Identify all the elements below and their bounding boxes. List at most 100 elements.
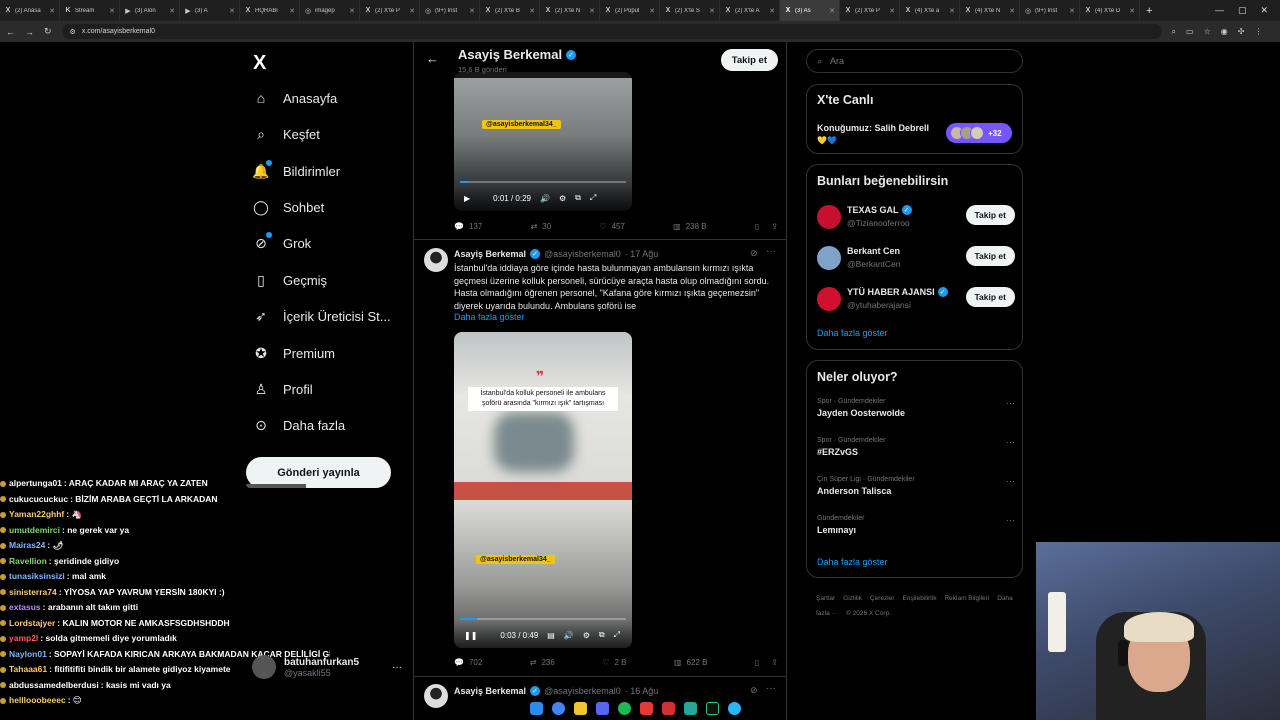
nav-item-grok[interactable]: ⊘ Grok [253,231,311,255]
suggestion-item[interactable]: Berkant Cen @BerkantCen Takip et [817,244,1015,274]
chat-username[interactable]: Yaman22ghhf [9,509,64,519]
trend-item[interactable]: Çin Süper Ligi · Gündemdekiler Anderson T… [817,476,1015,496]
tab-close-icon[interactable]: ✕ [889,7,895,15]
show-more-link[interactable]: Daha fazla göster [817,328,888,338]
settings-icon[interactable]: ⚙ [583,631,590,640]
reload-icon[interactable]: ↻ [44,26,52,37]
tweet-video[interactable]: ❞ İstanbul'da kolluk personeli ile ambul… [454,332,632,648]
show-more-link[interactable]: Daha fazla göster [817,557,888,567]
grok-icon[interactable]: ⊘ [750,248,758,259]
trend-more-icon[interactable]: ··· [1006,476,1015,486]
play-icon[interactable]: ▶ [464,194,470,203]
more-icon[interactable]: ··· [766,246,776,257]
star-icon[interactable]: ☆ [1204,27,1211,37]
tweet-author[interactable]: Asayiş Berkemal [454,686,526,696]
url-field[interactable]: ⚙ x.com/asayisberkemal0 [61,24,1162,39]
tab-close-icon[interactable]: ✕ [949,7,955,15]
footer-link[interactable]: Erişilebilirlik [903,595,937,602]
forward-arrow-icon[interactable]: → [25,27,34,37]
browser-tab[interactable]: X (2) X'te S ✕ [660,0,720,21]
trend-more-icon[interactable]: ··· [1006,398,1015,408]
repost-button[interactable]: ⇄ 236 [530,658,555,667]
browser-tab[interactable]: X (2) X'te N ✕ [540,0,600,21]
x-logo-icon[interactable]: X [253,52,266,75]
browser-tab[interactable]: K Stream ✕ [60,0,120,21]
tab-close-icon[interactable]: ✕ [1129,7,1135,15]
tab-close-icon[interactable]: ✕ [529,7,535,15]
more-icon[interactable]: ··· [766,683,776,694]
footer-link[interactable]: Şartlar [816,595,835,602]
trend-item[interactable]: Gündemdekiler Lemınayı ··· [817,515,1015,535]
puzzle-icon[interactable]: ✣ [1238,27,1245,37]
app-icon[interactable] [728,701,741,715]
like-button[interactable]: ♡ 457 [599,222,625,231]
browser-tab[interactable]: X (2) Popul ✕ [600,0,660,21]
video-progress-bar[interactable] [460,618,626,620]
tab-close-icon[interactable]: ✕ [169,7,175,15]
chrome-icon[interactable] [552,701,565,715]
settings-icon[interactable]: ⚙ [559,194,566,203]
views-button[interactable]: ▥ 238 B [673,222,706,231]
browser-tab[interactable]: ◎ (9+) Inst ✕ [1020,0,1080,21]
trend-more-icon[interactable]: ··· [1006,515,1015,525]
tab-close-icon[interactable]: ✕ [409,7,415,15]
browser-tab[interactable]: X (4) X'te a ✕ [900,0,960,21]
like-button[interactable]: ♡ 2 B [602,658,626,667]
follow-button[interactable]: Takip et [720,49,778,71]
tab-close-icon[interactable]: ✕ [769,7,775,15]
browser-tab[interactable]: X (4) X'te D ✕ [1080,0,1140,21]
chat-username[interactable]: alpertunga01 [9,478,62,488]
pip-icon[interactable]: ⧉ [599,630,605,640]
tweet-date[interactable]: · 17 Ağu [625,249,659,259]
video-progress-bar[interactable] [460,181,626,183]
pause-icon[interactable]: ❚❚ [464,631,477,640]
nav-item-rocket[interactable]: ➶ İçerik Üreticisi St... [253,304,391,328]
menu-dots-icon[interactable]: ⋮ [1254,27,1262,37]
windows-start-icon[interactable] [530,701,543,715]
chat-username[interactable]: cukucucuckuc [9,494,68,504]
trend-item[interactable]: Spor · Gündemdekiler Jayden Oosterwolde ··… [817,398,1015,418]
browser-tab[interactable]: X (2) X'te A ✕ [720,0,780,21]
share-icon[interactable]: ⇪ [771,658,778,667]
app-icon[interactable] [640,701,653,715]
views-button[interactable]: ▥ 622 B [674,658,707,667]
captions-icon[interactable]: ▤ [547,631,555,640]
share-icon[interactable]: ⇪ [771,222,778,231]
tab-close-icon[interactable]: ✕ [1069,7,1075,15]
volume-icon[interactable]: 🔊 [564,631,574,640]
tab-close-icon[interactable]: ✕ [1009,7,1015,15]
chat-username[interactable]: Tahaaa61 [9,664,47,674]
tab-close-icon[interactable]: ✕ [109,7,115,15]
chat-username[interactable]: Lordstajyer [9,618,55,628]
nav-item-chat[interactable]: ◯ Sohbet [253,195,324,219]
back-arrow-icon[interactable]: ← [6,27,15,37]
tab-close-icon[interactable]: ✕ [709,7,715,15]
extension-icon[interactable]: ◉ [1221,27,1228,37]
zoom-icon[interactable]: ⌕ [1172,27,1176,37]
browser-tab[interactable]: X (2) X'te P ✕ [360,0,420,21]
site-info-icon[interactable]: ⚙ [70,28,76,36]
footer-link[interactable]: Çerezler [870,595,895,602]
grok-icon[interactable]: ⊘ [750,685,758,696]
tweet-avatar[interactable] [424,684,448,708]
chat-username[interactable]: tunasiksinsizi [9,571,65,581]
cast-icon[interactable]: ▭ [1186,27,1194,37]
follow-button[interactable]: Takip et [965,205,1015,225]
account-more-icon[interactable]: ··· [392,662,402,673]
discord-icon[interactable] [596,701,609,715]
reply-button[interactable]: 💬 137 [454,222,482,231]
x-app-icon[interactable] [662,701,675,715]
back-arrow-icon[interactable]: ← [426,51,439,66]
browser-tab[interactable]: X (3) As ✕ [780,0,840,21]
fullscreen-icon[interactable]: ⤢ [614,630,620,640]
tweet-date[interactable]: · 16 Ağu [625,686,659,696]
tweet-handle[interactable]: @asayisberkemal0 [544,686,621,696]
nav-item-home[interactable]: ⌂ Anasayfa [253,86,337,110]
fullscreen-icon[interactable]: ⤢ [590,193,596,203]
tab-close-icon[interactable]: ✕ [349,7,355,15]
minimize-icon[interactable]: — [1215,5,1224,16]
account-switcher[interactable]: batuhanfurkan5 @yasakli55 ··· [252,652,402,682]
new-tab-icon[interactable]: + [1140,5,1158,17]
tweet-video[interactable]: @asayisberkemal34_ ▶ 0:01 / 0:29 🔊 ⚙ ⧉ ⤢ [454,72,632,211]
bookmark-icon[interactable]: ▯ [755,658,759,667]
